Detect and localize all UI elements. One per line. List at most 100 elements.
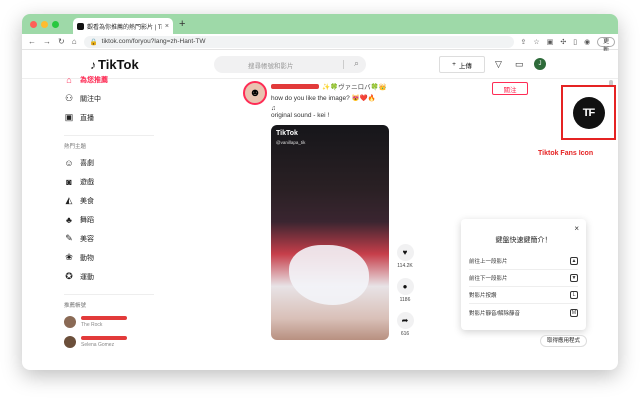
share-icon[interactable]: ⇪ <box>521 38 527 46</box>
username-suffix: ✨🍀ヴァニロバ🍀👑 <box>322 84 387 91</box>
search-divider <box>343 60 344 69</box>
account-subtitle: The Rock <box>81 322 103 328</box>
key-down-icon: ▼ <box>570 274 578 282</box>
search-icon[interactable]: ⌕ <box>354 58 359 69</box>
account-text: The Rock <box>81 316 127 328</box>
browser-actions: ⇪ ☆ ▣ ✣ ▯ ◉ 更新 <box>521 36 616 54</box>
shortcut-row: 對影片按讚 L <box>469 287 578 304</box>
address-bar: ← → ↻ ⌂ 🔒 tiktok.com/foryou?lang=zh-Hant… <box>22 34 618 54</box>
avatar <box>64 336 76 348</box>
plus-icon: + <box>452 61 456 68</box>
shortcut-label: 前往下一段影片 <box>469 276 508 282</box>
redacted-username <box>271 83 319 89</box>
shortcuts-title: 鍵盤快速鍵簡介！ <box>495 237 552 244</box>
music-note-icon: ♫ <box>271 105 276 112</box>
url-text: tiktok.com/foryou?lang=zh-Hant-TW <box>101 38 206 45</box>
shortcut-row: 前往下一段影片 ▼ <box>469 270 578 287</box>
accounts-heading: 推薦帳號 <box>64 294 154 309</box>
sidebar-item-live[interactable]: ▣ 直播 <box>64 108 154 127</box>
topic-sports[interactable]: ✪ 運動 <box>64 267 154 286</box>
post-meta: ✨🍀ヴァニロバ🍀👑 how do you like the image? 😻❤️… <box>271 81 461 119</box>
window-controls <box>30 20 59 28</box>
profile-icon[interactable]: ◉ <box>584 38 590 46</box>
video-player[interactable]: TikTok @vanillapa_tik <box>271 125 389 340</box>
share-arrow-icon[interactable]: ➦ <box>396 312 414 329</box>
tab-strip: 觀看為你推薦的熱門影片 | TikTok × + <box>22 14 618 34</box>
search-input[interactable]: 搜尋帳號和影片 ⌕ <box>214 56 366 73</box>
topics-heading: 熱門主題 <box>64 135 154 150</box>
puzzle-icon[interactable]: ✣ <box>560 38 566 46</box>
close-tab-icon[interactable]: × <box>165 23 169 30</box>
topic-gaming[interactable]: ◙ 遊戲 <box>64 172 154 191</box>
new-tab-button[interactable]: + <box>179 18 185 30</box>
heart-icon[interactable]: ♥ <box>396 244 414 261</box>
home-browser-icon[interactable]: ⌂ <box>72 37 77 46</box>
sidebar-icon[interactable]: ▯ <box>573 38 577 46</box>
live-icon: ▣ <box>64 112 74 122</box>
extension-tf-icon[interactable]: ▣ <box>547 38 554 46</box>
update-button[interactable]: 更新 <box>597 36 616 54</box>
redacted-username <box>81 316 127 320</box>
post-author-avatar[interactable]: ☻ <box>243 81 267 105</box>
send-icon[interactable]: ▽ <box>495 59 502 70</box>
sound-text: original sound - kei ! <box>271 112 330 119</box>
users-icon: ⚇ <box>64 93 74 103</box>
topic-food[interactable]: ◭ 美食 <box>64 191 154 210</box>
shortcut-row: 對影片靜音/解除靜音 M <box>469 304 578 321</box>
sidebar: ⌂ 為您推薦 ⚇ 關注中 ▣ 直播 熱門主題 ☺ 喜劇 ◙ 遊戲 ◭ 美食 ♣ … <box>64 70 154 352</box>
close-window-button[interactable] <box>30 20 37 28</box>
sidebar-item-for-you[interactable]: ⌂ 為您推薦 <box>64 70 154 89</box>
close-icon[interactable]: × <box>574 224 579 233</box>
suggested-account[interactable]: Selena Gomez <box>64 332 154 352</box>
post-sound[interactable]: ♫ original sound - kei ! <box>271 105 461 119</box>
post-username[interactable]: ✨🍀ヴァニロバ🍀👑 <box>271 81 461 91</box>
topic-dance[interactable]: ♣ 舞蹈 <box>64 210 154 229</box>
star-icon[interactable]: ☆ <box>533 38 539 46</box>
topic-label: 美食 <box>80 197 94 205</box>
account-text: Selena Gomez <box>81 336 127 348</box>
face-icon: ☻ <box>249 87 261 99</box>
topic-animals[interactable]: ❀ 動物 <box>64 248 154 267</box>
topic-label: 喜劇 <box>80 159 94 167</box>
comment-count: 1186 <box>399 297 411 303</box>
shortcut-label: 對影片按讚 <box>469 293 497 299</box>
dance-icon: ♣ <box>66 214 72 225</box>
minimize-window-button[interactable] <box>41 20 48 28</box>
tiktok-fans-logo-icon: TF <box>572 96 605 129</box>
user-avatar[interactable]: J <box>534 58 546 70</box>
video-watermark: TikTok <box>276 130 298 137</box>
sidebar-item-following[interactable]: ⚇ 關注中 <box>64 89 154 108</box>
comment-action[interactable]: ● 1186 <box>396 278 414 303</box>
browser-tab[interactable]: 觀看為你推薦的熱門影片 | TikTok × <box>73 18 173 34</box>
topic-label: 美容 <box>80 235 94 243</box>
video-content <box>289 245 369 305</box>
maximize-window-button[interactable] <box>52 20 59 28</box>
home-icon: ⌂ <box>66 74 72 85</box>
smile-icon: ☺ <box>64 157 74 168</box>
tiktok-favicon-icon <box>77 22 84 30</box>
reload-icon[interactable]: ↻ <box>58 37 65 46</box>
key-m-icon: M <box>570 308 578 317</box>
video-watermark-id: @vanillapa_tik <box>276 140 306 145</box>
key-l-icon: L <box>570 291 578 299</box>
get-app-button[interactable]: 取得應用程式 <box>540 335 588 347</box>
forward-icon[interactable]: → <box>43 37 51 46</box>
back-icon[interactable]: ← <box>28 37 36 46</box>
comment-icon[interactable]: ● <box>396 278 414 295</box>
paw-icon: ❀ <box>65 252 73 262</box>
topic-beauty[interactable]: ✎ 美容 <box>64 229 154 248</box>
follow-button[interactable]: 關注 <box>492 82 528 95</box>
lock-icon: 🔒 <box>89 38 98 46</box>
topic-comedy[interactable]: ☺ 喜劇 <box>64 153 154 172</box>
sidebar-item-label: 關注中 <box>80 95 101 103</box>
gamepad-icon: ◙ <box>66 176 72 187</box>
search-placeholder: 搜尋帳號和影片 <box>248 62 294 70</box>
inbox-icon[interactable]: ▭ <box>515 59 524 70</box>
annotation-label: Tiktok Fans Icon <box>538 150 594 157</box>
upload-button[interactable]: + 上傳 <box>439 56 485 73</box>
share-action[interactable]: ➦ 616 <box>396 312 414 337</box>
like-action[interactable]: ♥ 114.2K <box>396 244 414 269</box>
suggested-account[interactable]: The Rock <box>64 312 154 332</box>
account-subtitle: Selena Gomez <box>81 342 115 348</box>
url-field[interactable]: 🔒 tiktok.com/foryou?lang=zh-Hant-TW <box>83 35 514 48</box>
